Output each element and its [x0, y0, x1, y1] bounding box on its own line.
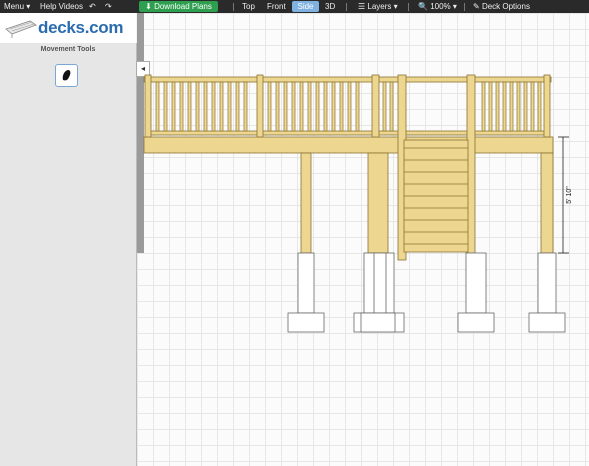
railing-post: [371, 74, 380, 138]
support-post: [540, 152, 554, 254]
railing-post: [543, 74, 551, 138]
balusters: [155, 81, 542, 132]
support-post: [300, 152, 312, 254]
footings: [287, 252, 566, 333]
support-post: [367, 152, 389, 254]
railing-post: [256, 74, 264, 138]
dimension-label: 5' 10": [566, 186, 573, 204]
rim-joist: [143, 136, 554, 154]
top-rail: [143, 76, 552, 83]
railing-post: [144, 74, 152, 138]
bottom-rail: [147, 130, 549, 136]
deck-side-view: 5' 10": [143, 74, 573, 333]
